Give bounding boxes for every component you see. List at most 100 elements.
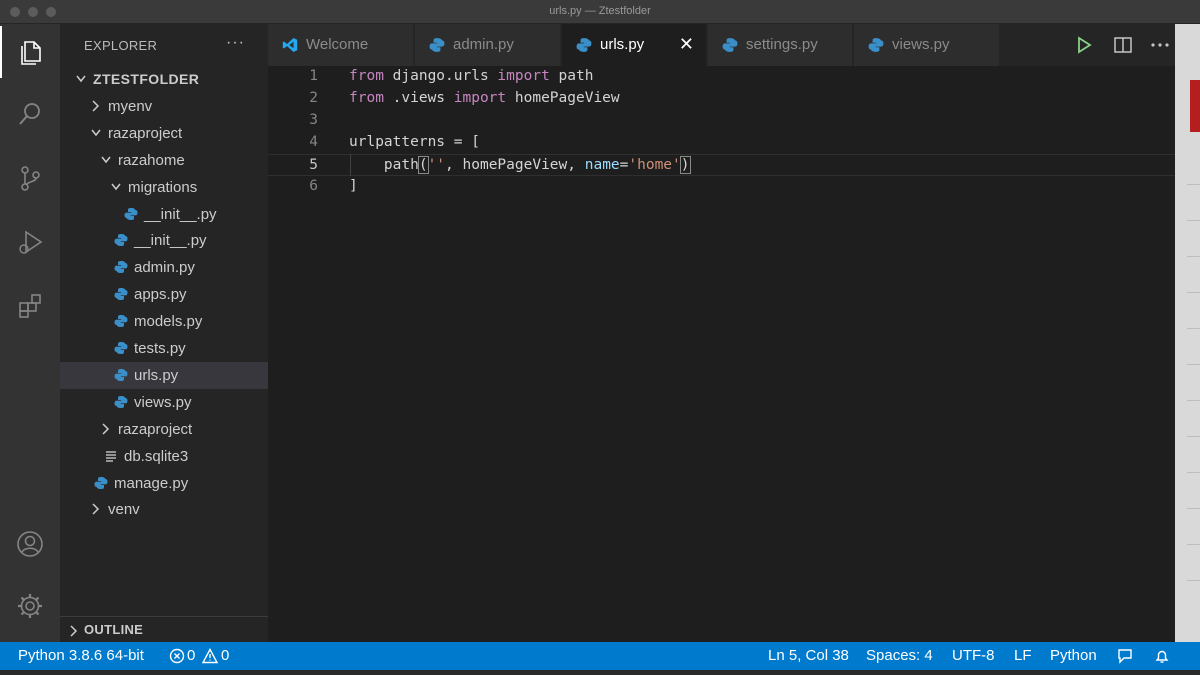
background-divider xyxy=(1187,220,1200,221)
background-divider xyxy=(1187,472,1200,473)
tree-item-label: __init__.py xyxy=(144,205,217,223)
feedback-icon[interactable] xyxy=(1116,647,1134,665)
database-file-icon xyxy=(104,449,118,463)
tab-views-py[interactable]: views.py xyxy=(854,24,1000,66)
python-file-icon xyxy=(124,207,138,221)
keyword-token: import xyxy=(453,90,507,106)
code-line[interactable]: 4 urlpatterns = [ xyxy=(268,132,1175,154)
tree-file[interactable]: db.sqlite3 xyxy=(60,443,268,470)
tree-folder[interactable]: myenv xyxy=(60,93,268,120)
window-titlebar: urls.py — Ztestfolder xyxy=(0,0,1200,24)
python-file-icon xyxy=(114,341,128,355)
run-icon[interactable] xyxy=(1073,34,1095,56)
tree-folder[interactable]: venv xyxy=(60,496,268,523)
background-divider xyxy=(1187,328,1200,329)
file-encoding[interactable]: UTF-8 xyxy=(952,647,995,664)
search-activity[interactable] xyxy=(0,88,60,140)
python-interpreter[interactable]: Python 3.8.6 64-bit xyxy=(18,647,144,664)
source-control-icon xyxy=(21,166,40,191)
background-divider xyxy=(1187,508,1200,509)
explorer-title: EXPLORER xyxy=(84,38,158,53)
code-token: django.urls xyxy=(383,68,498,84)
keyword-token: from xyxy=(349,68,384,84)
outline-section[interactable]: OUTLINE xyxy=(60,616,268,642)
tree-file[interactable]: __init__.py xyxy=(60,201,268,228)
cursor-position[interactable]: Ln 5, Col 38 xyxy=(768,647,849,664)
tree-item-label: db.sqlite3 xyxy=(124,447,189,465)
more-actions-icon[interactable]: ··· xyxy=(226,34,245,52)
tree-file[interactable]: apps.py xyxy=(60,281,268,308)
chevron-right-icon xyxy=(90,97,102,115)
editor-tab-bar: Welcome admin.py urls.py ✕ settings.py views.… xyxy=(268,24,1175,66)
python-file-icon xyxy=(94,476,108,490)
warning-count[interactable]: 0 xyxy=(221,647,229,664)
tree-file[interactable]: __init__.py xyxy=(60,227,268,254)
chevron-right-icon xyxy=(90,500,102,518)
language-mode[interactable]: Python xyxy=(1050,647,1097,664)
manage-activity[interactable] xyxy=(0,580,60,632)
tree-item-label: ZTESTFOLDER xyxy=(93,71,200,87)
code-line[interactable]: 1 from django.urls import path xyxy=(268,66,1175,88)
extensions-activity[interactable] xyxy=(0,280,60,332)
background-divider xyxy=(1187,400,1200,401)
code-line[interactable]: 5 path('', homePageView, name='home') xyxy=(268,154,1175,176)
python-icon xyxy=(722,37,738,53)
tab-settings-py[interactable]: settings.py xyxy=(708,24,853,66)
code-text: urlpatterns = [ xyxy=(349,134,480,150)
chevron-right-icon xyxy=(68,622,80,640)
tree-item-label: apps.py xyxy=(134,286,187,304)
tree-item-label: views.py xyxy=(134,393,192,411)
tree-folder[interactable]: razaproject xyxy=(60,120,268,147)
tab-admin-py[interactable]: admin.py xyxy=(415,24,561,66)
tree-file[interactable]: models.py xyxy=(60,308,268,335)
background-divider xyxy=(1187,580,1200,581)
string-token: 'home' xyxy=(628,157,681,173)
explorer-activity[interactable] xyxy=(0,26,60,78)
split-editor-icon[interactable] xyxy=(1112,34,1134,56)
code-token: path xyxy=(549,68,594,84)
error-icon[interactable] xyxy=(168,647,186,665)
tab-label: views.py xyxy=(892,36,950,53)
workspace-root[interactable]: ZTESTFOLDER xyxy=(60,66,268,93)
tree-folder[interactable]: razahome xyxy=(60,147,268,174)
tree-file[interactable]: admin.py xyxy=(60,254,268,281)
notifications-bell-icon[interactable] xyxy=(1153,647,1171,665)
background-divider xyxy=(1187,184,1200,185)
source-control-activity[interactable] xyxy=(0,152,60,204)
tree-item-label: migrations xyxy=(128,178,198,196)
code-line[interactable]: 6] xyxy=(268,176,1175,198)
tree-file[interactable]: views.py xyxy=(60,389,268,416)
warning-icon[interactable] xyxy=(201,647,219,665)
code-editor[interactable]: 1 from django.urls import path 2 from .view… xyxy=(268,66,1175,642)
python-file-icon xyxy=(114,314,128,328)
accounts-activity[interactable] xyxy=(0,518,60,570)
tree-file[interactable]: manage.py xyxy=(60,470,268,497)
chevron-down-icon xyxy=(90,124,102,142)
python-icon xyxy=(429,37,445,53)
code-text: path('', homePageView, name='home') xyxy=(349,156,691,174)
code-token: urlpatterns = [ xyxy=(349,134,480,150)
tree-file[interactable]: urls.py xyxy=(60,361,268,389)
code-token: homePageView xyxy=(506,90,620,106)
error-count[interactable]: 0 xyxy=(187,647,195,664)
background-divider xyxy=(1187,256,1200,257)
indentation[interactable]: Spaces: 4 xyxy=(866,647,933,664)
tree-file[interactable]: tests.py xyxy=(60,335,268,362)
close-tab-icon[interactable]: ✕ xyxy=(679,34,694,55)
files-icon xyxy=(21,41,41,65)
tree-folder[interactable]: migrations xyxy=(60,174,268,201)
line-number: 6 xyxy=(309,178,318,194)
vscode-icon xyxy=(282,37,298,53)
code-line[interactable]: 2 from .views import homePageView xyxy=(268,88,1175,110)
tree-folder[interactable]: razaproject xyxy=(60,416,268,443)
bottom-edge xyxy=(0,670,1200,675)
tab-welcome[interactable]: Welcome xyxy=(268,24,414,66)
run-debug-activity[interactable] xyxy=(0,216,60,268)
code-line[interactable]: 3 xyxy=(268,110,1175,132)
end-of-line[interactable]: LF xyxy=(1014,647,1032,664)
background-divider xyxy=(1187,544,1200,545)
tab-urls-py[interactable]: urls.py ✕ xyxy=(562,24,707,66)
tab-label: urls.py xyxy=(600,36,645,53)
more-actions-icon[interactable] xyxy=(1149,34,1171,56)
settings-gear-icon xyxy=(18,594,42,618)
